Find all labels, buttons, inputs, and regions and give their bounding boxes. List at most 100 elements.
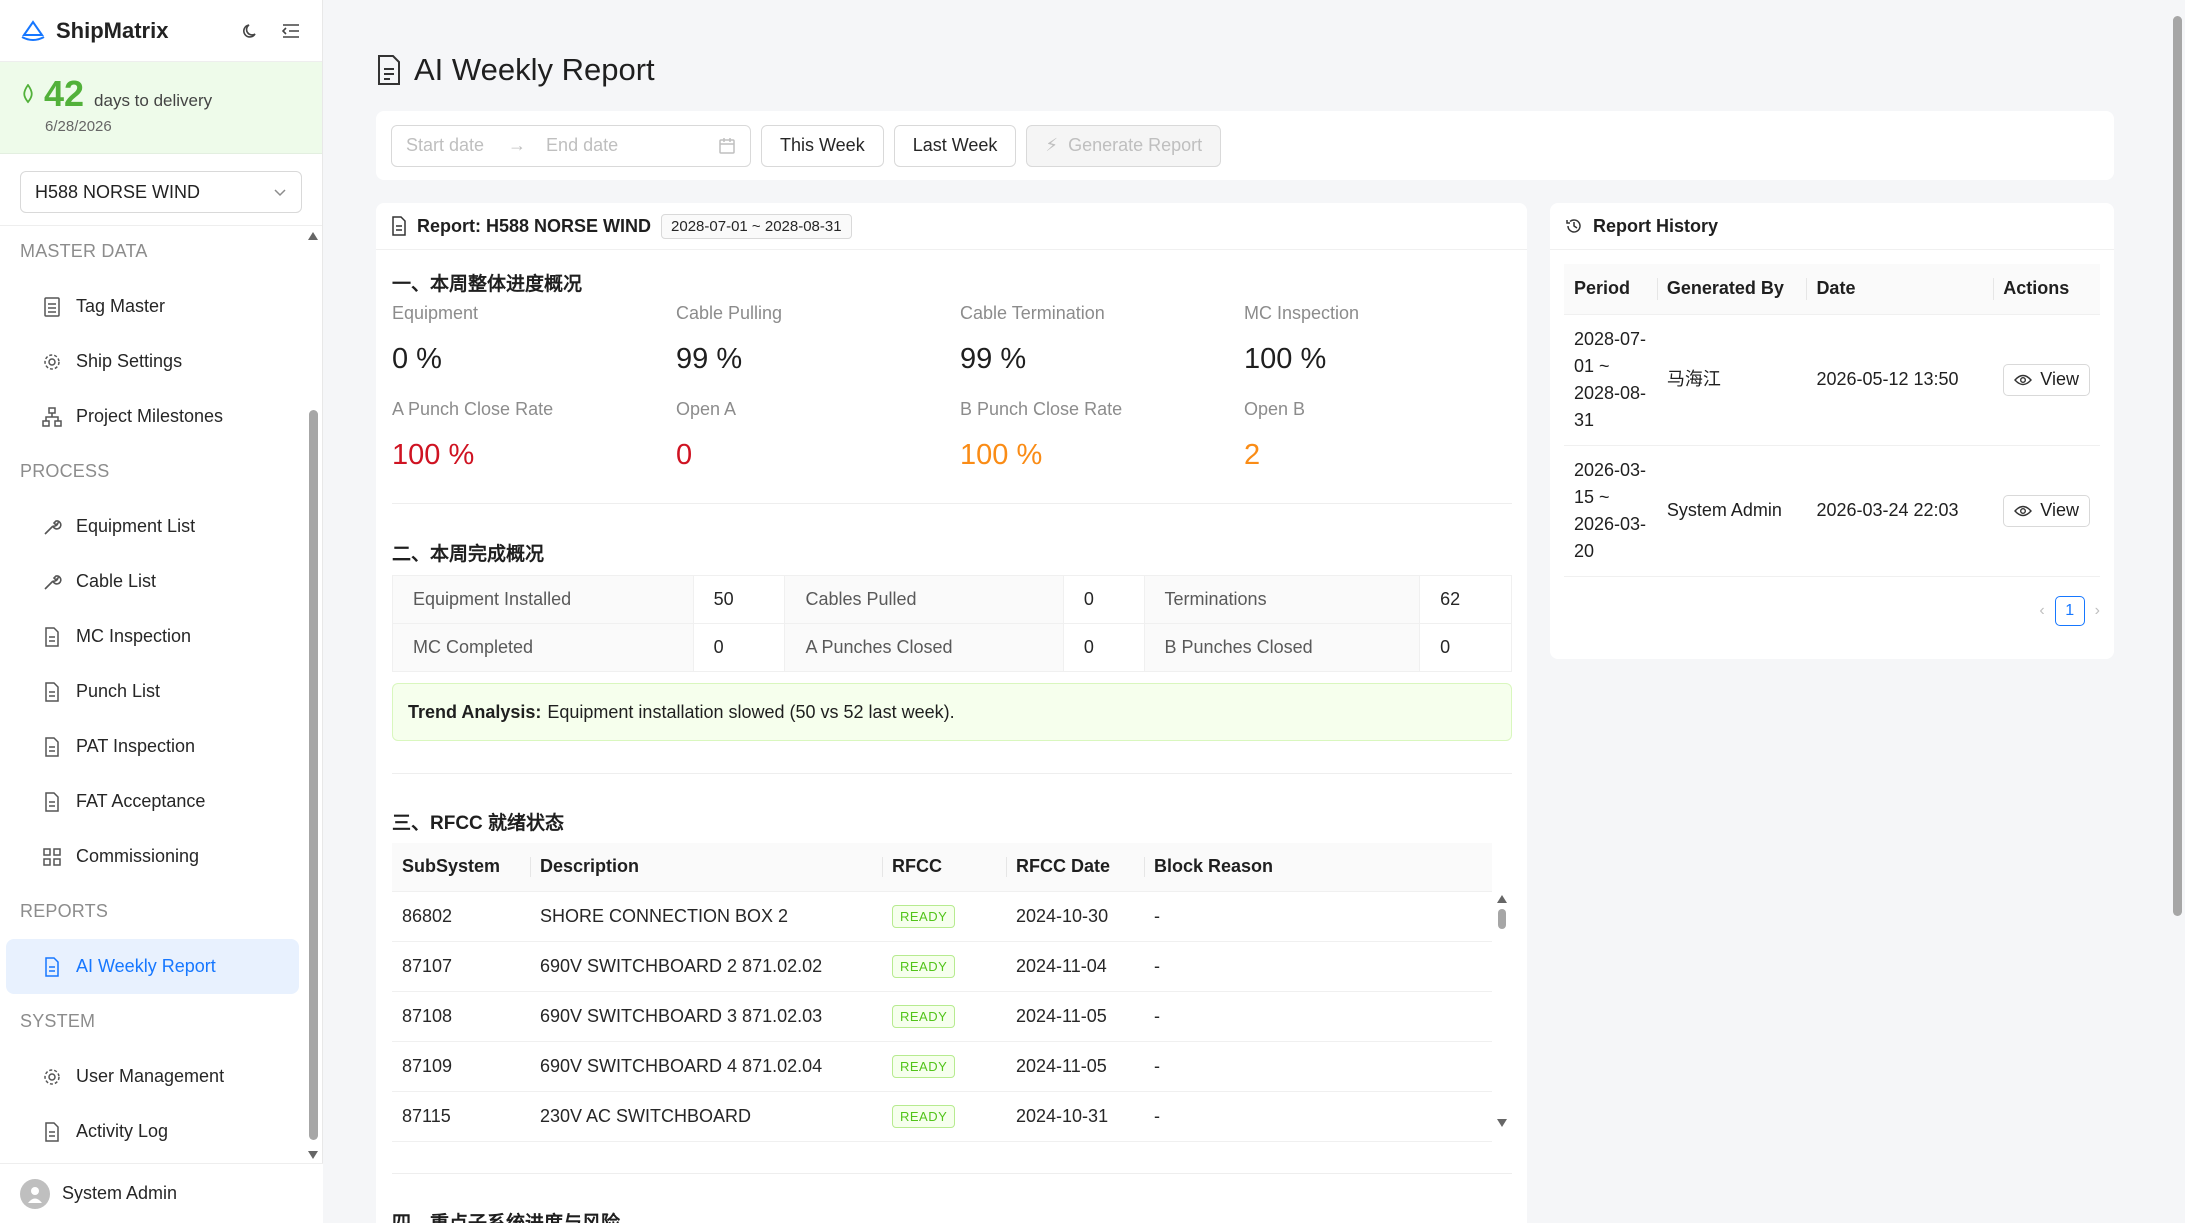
- summary-value: 62: [1419, 575, 1512, 624]
- sidebar-scroll-thumb[interactable]: [309, 410, 318, 1140]
- sidebar-item-label: Ship Settings: [76, 351, 183, 371]
- progress-metrics: Equipment 0 % Cable Pulling 99 % Cable Ter…: [392, 303, 1512, 489]
- sidebar-item-mc-inspection[interactable]: MC Inspection: [6, 609, 299, 664]
- theme-toggle-moon-icon[interactable]: [240, 20, 262, 42]
- sidebar-item-activity-log[interactable]: Activity Log: [6, 1104, 299, 1159]
- period-line: 2026-03-: [1574, 459, 1647, 480]
- arrow-right-icon: →: [508, 135, 527, 155]
- page-scrollbar[interactable]: [2168, 0, 2185, 1223]
- rfcc-cell: 87107: [392, 941, 530, 992]
- sidebar-item-equipment-list[interactable]: Equipment List: [6, 499, 299, 554]
- delivery-label: days to delivery: [94, 91, 213, 110]
- calendar-icon: [719, 137, 735, 154]
- rfcc-column-header[interactable]: RFCC Date: [1006, 843, 1144, 892]
- rfcc-cell: 87108: [392, 991, 530, 1042]
- metric-card: Cable Pulling 99 %: [676, 303, 960, 393]
- table-row: 87108 690V SWITCHBOARD 3 871.02.03 READY 20…: [392, 991, 1492, 1042]
- metric-label: A Punch Close Rate: [392, 399, 554, 419]
- this-week-button[interactable]: This Week: [761, 124, 884, 167]
- metric-value: 99 %: [676, 343, 743, 375]
- rfcc-cell: 2024-11-04: [1006, 941, 1144, 992]
- next-page-icon[interactable]: ›: [2095, 602, 2100, 620]
- history-date: 2026-05-12 13:50: [1806, 314, 1994, 446]
- table-row: 86802 SHORE CONNECTION BOX 2 READY 2024-10-…: [392, 891, 1492, 942]
- sidebar-item-project-milestones[interactable]: Project Milestones: [6, 389, 299, 444]
- report-toolbar: Start date → End date This Week Last Wee…: [376, 111, 2114, 180]
- sidebar-item-pat-inspection[interactable]: PAT Inspection: [6, 719, 299, 774]
- metric-label: Cable Pulling: [676, 303, 783, 323]
- rfcc-column-header[interactable]: Description: [530, 843, 882, 892]
- sidebar-item-user-management[interactable]: User Management: [6, 1049, 299, 1104]
- metric-value: 100 %: [960, 439, 1043, 471]
- sidebar-item-commissioning[interactable]: Commissioning: [6, 829, 299, 884]
- history-period: 2028-07- 01 ~ 2028-08- 31: [1564, 314, 1657, 446]
- user-profile[interactable]: System Admin: [0, 1163, 323, 1223]
- rfcc-cell: 2024-10-30: [1006, 891, 1144, 942]
- sidebar-item-tag-master[interactable]: Tag Master: [6, 279, 299, 334]
- section-4-title: 四、重点子系统进度与风险: [392, 1208, 620, 1223]
- sidebar-item-ship-settings[interactable]: Ship Settings: [6, 334, 299, 389]
- document-icon: [42, 626, 62, 647]
- avatar: [20, 1178, 50, 1209]
- table-row: 2028-07- 01 ~ 2028-08- 31 马海江 2026-05-12 13…: [1564, 314, 2100, 446]
- metric-card: Equipment 0 %: [392, 303, 676, 393]
- rfcc-cell: SHORE CONNECTION BOX 2: [530, 891, 882, 942]
- report-history-card: Report History Period Generated By Date Act…: [1550, 203, 2114, 659]
- period-line: 15 ~: [1574, 486, 1610, 507]
- delivery-date: 6/28/2026: [45, 118, 112, 135]
- sidebar-item-ai-weekly-report[interactable]: AI Weekly Report: [6, 939, 299, 994]
- status-badge: READY: [892, 1004, 956, 1028]
- nav-menu: MASTER DATA Tag Master Ship Settings Projec…: [0, 224, 305, 1160]
- history-header-row: Period Generated By Date Actions: [1564, 264, 2100, 315]
- metric-label: Cable Termination: [960, 303, 1105, 323]
- report-period-tag: 2028-07-01 ~ 2028-08-31: [661, 213, 852, 239]
- generate-report-button[interactable]: ⚡ Generate Report: [1026, 124, 1222, 167]
- sidebar-item-label: Activity Log: [76, 1121, 169, 1141]
- rfcc-column-header[interactable]: SubSystem: [392, 843, 530, 892]
- lightning-icon: ⚡: [1045, 135, 1059, 155]
- sidebar-item-label: User Management: [76, 1066, 225, 1086]
- page-number[interactable]: 1: [2054, 596, 2085, 626]
- rfcc-column-header[interactable]: RFCC: [882, 843, 1006, 892]
- date-range-picker[interactable]: Start date → End date: [391, 124, 751, 167]
- summary-value: 0: [1062, 575, 1145, 624]
- rfcc-scrollbar[interactable]: [1494, 891, 1510, 1131]
- rfcc-cell: 2024-10-31: [1006, 1091, 1144, 1142]
- metric-card: B Punch Close Rate 100 %: [960, 399, 1244, 489]
- rfcc-header-row: SubSystem Description RFCC RFCC Date Block R…: [392, 843, 1492, 892]
- document-icon: [42, 1121, 62, 1142]
- prev-page-icon[interactable]: ‹: [2039, 602, 2044, 620]
- report-title: Report: H588 NORSE WIND: [417, 215, 652, 236]
- last-week-button[interactable]: Last Week: [893, 124, 1017, 167]
- metric-card: A Punch Close Rate 100 %: [392, 399, 676, 489]
- metric-value: 99 %: [960, 343, 1027, 375]
- view-button[interactable]: View: [2003, 363, 2090, 396]
- list-icon: [42, 296, 62, 317]
- view-button[interactable]: View: [2003, 494, 2090, 527]
- period-line: 2028-08-: [1574, 382, 1647, 403]
- rfcc-cell: -: [1144, 891, 1492, 942]
- end-date-input[interactable]: End date: [546, 135, 618, 156]
- sidebar-item-cable-list[interactable]: Cable List: [6, 554, 299, 609]
- collapse-menu-icon[interactable]: [280, 20, 302, 42]
- metric-label: Equipment: [392, 303, 479, 323]
- gear-icon: [42, 352, 62, 372]
- delivery-countdown: 42 days to delivery 6/28/2026: [0, 62, 322, 154]
- sidebar-item-fat-acceptance[interactable]: FAT Acceptance: [6, 774, 299, 829]
- table-row: 2026-03- 15 ~ 2026-03- 20 System Admin 2026…: [1564, 445, 2100, 577]
- summary-label: Equipment Installed: [392, 575, 694, 624]
- metric-label: B Punch Close Rate: [960, 399, 1123, 419]
- metric-card: Open B 2: [1244, 399, 1527, 489]
- ship-selector[interactable]: H588 NORSE WIND: [20, 171, 302, 213]
- sidebar-item-label: Equipment List: [76, 516, 196, 536]
- report-card: Report: H588 NORSE WIND 2028-07-01 ~ 202…: [376, 203, 1527, 1223]
- sidebar-item-punch-list[interactable]: Punch List: [6, 664, 299, 719]
- metric-value: 0 %: [392, 343, 442, 375]
- grid-icon: [42, 847, 62, 867]
- start-date-input[interactable]: Start date: [406, 135, 484, 156]
- sidebar-item-label: FAT Acceptance: [76, 791, 206, 811]
- metric-value: 100 %: [1244, 343, 1327, 375]
- hierarchy-icon: [42, 406, 62, 427]
- rfcc-column-header[interactable]: Block Reason: [1144, 843, 1492, 892]
- summary-label: Terminations: [1143, 575, 1421, 624]
